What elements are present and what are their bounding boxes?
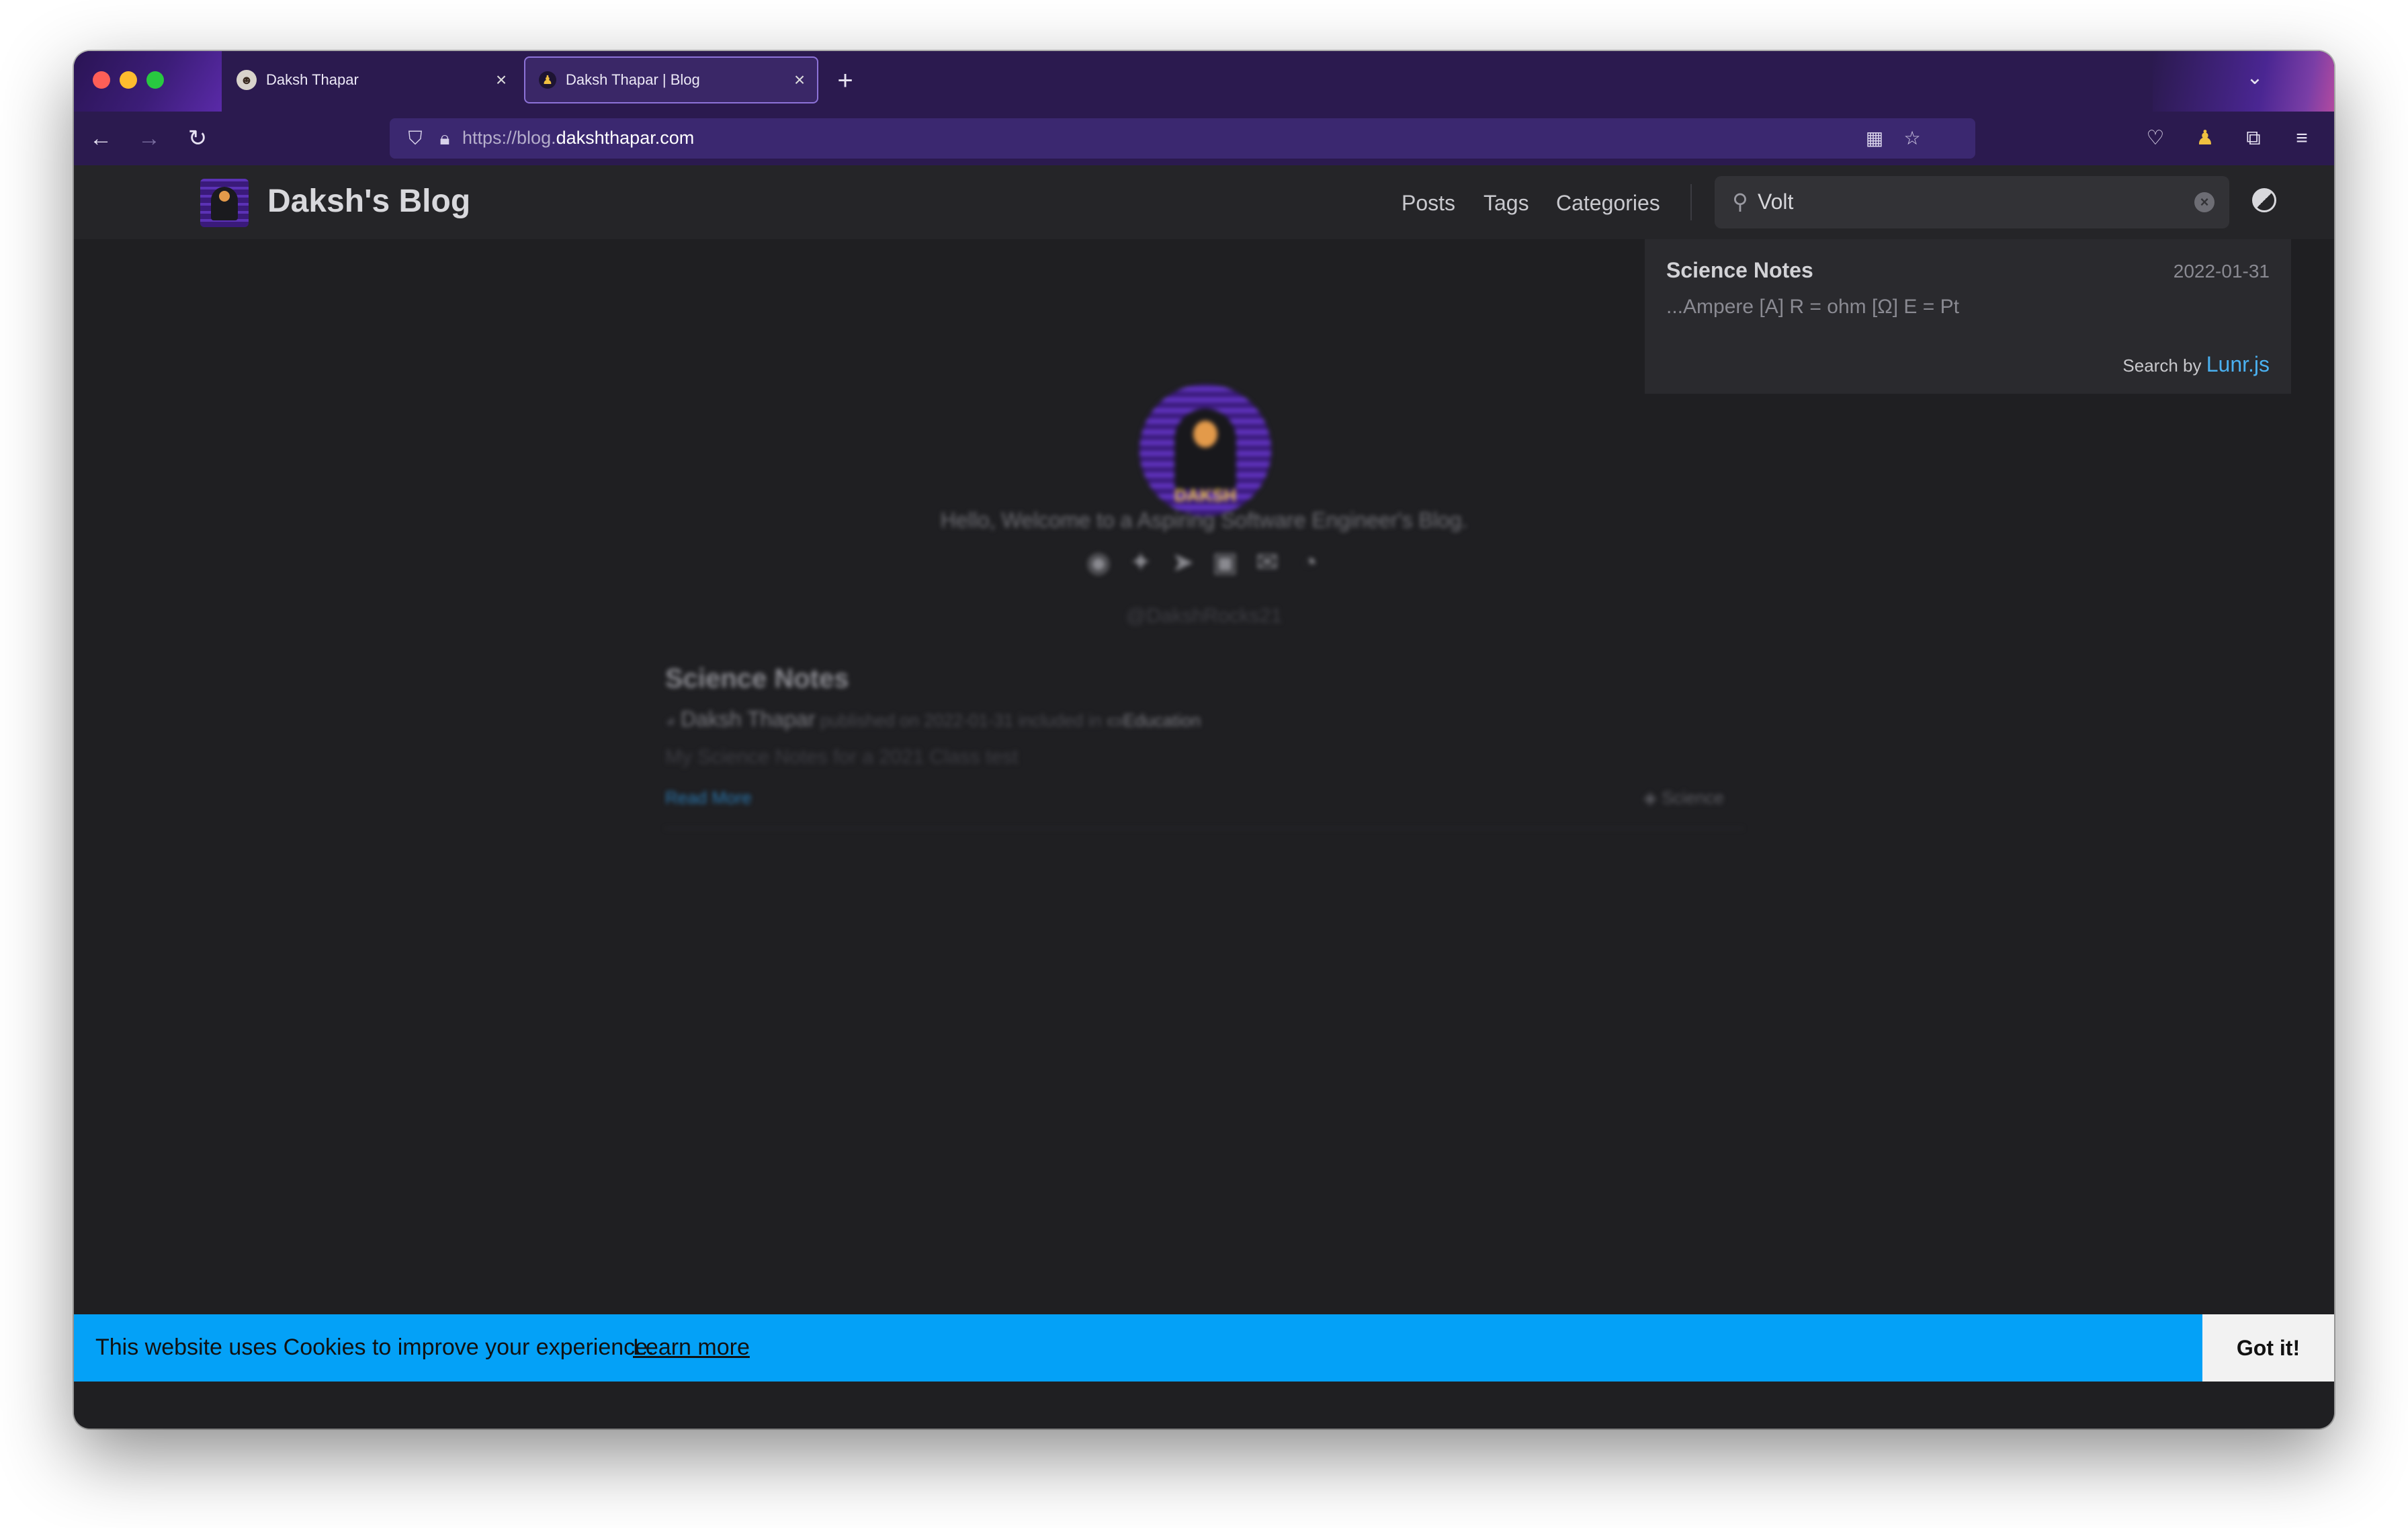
web-page: DAKSH Hello, Welcome to a Aspiring Softw… bbox=[74, 165, 2334, 1429]
post-divider bbox=[665, 828, 1743, 829]
lunr-link[interactable]: Lunr.js bbox=[2206, 352, 2270, 376]
profile-handle: @DakshRocks21 bbox=[1125, 605, 1283, 627]
learn-more-link[interactable]: Learn more bbox=[633, 1334, 750, 1361]
post-author[interactable]: Daksh Thapar bbox=[681, 707, 815, 731]
post-title[interactable]: Science Notes bbox=[665, 664, 849, 694]
email-icon[interactable]: ✉ bbox=[1250, 546, 1284, 579]
minimize-window-button[interactable] bbox=[120, 71, 137, 89]
twitch-icon[interactable]: ▣ bbox=[1208, 546, 1242, 579]
profile-icon[interactable]: ♟ bbox=[2188, 121, 2223, 156]
tab-title: Daksh Thapar | Blog bbox=[566, 71, 700, 88]
tab-favicon-icon: ☻ bbox=[236, 70, 257, 90]
nav-tags[interactable]: Tags bbox=[1484, 191, 1529, 216]
blurred-page-content: DAKSH Hello, Welcome to a Aspiring Softw… bbox=[74, 239, 2334, 1429]
post-description: My Science Notes for a 2021 Class test bbox=[665, 746, 1019, 768]
rss-icon[interactable]: ◔ bbox=[1293, 546, 1326, 579]
avatar: DAKSH bbox=[1140, 384, 1271, 516]
post-tag[interactable]: ◈ Science bbox=[1643, 788, 1724, 808]
search-icon: ⚲ bbox=[1732, 189, 1748, 214]
url-host: dakshthapar.com bbox=[556, 128, 695, 148]
post-category[interactable]: Education bbox=[1123, 710, 1201, 730]
new-tab-button[interactable]: + bbox=[826, 62, 864, 99]
url-text[interactable]: https://blog.dakshthapar.com bbox=[462, 128, 694, 148]
site-title[interactable]: Daksh's Blog bbox=[267, 183, 470, 220]
clear-search-icon[interactable]: × bbox=[2194, 192, 2214, 212]
reload-icon[interactable]: ↻ bbox=[180, 121, 215, 156]
nav-divider bbox=[1690, 184, 1692, 220]
folder-icon: ▭ bbox=[1107, 710, 1123, 730]
github-icon[interactable]: ◉ bbox=[1082, 546, 1115, 579]
avatar-face bbox=[1193, 421, 1217, 448]
tab-favicon-icon: ♟ bbox=[539, 71, 556, 89]
search-input[interactable]: ⚲ Volt × bbox=[1715, 176, 2229, 228]
tag-icon: ◈ bbox=[1643, 788, 1662, 808]
lock-icon[interactable]: 🔒︎ bbox=[431, 125, 458, 152]
search-result-title[interactable]: Science Notes bbox=[1666, 258, 1813, 283]
avatar-text: DAKSH bbox=[1174, 485, 1237, 505]
search-footer: Search by Lunr.js bbox=[2122, 352, 2270, 377]
nav-posts[interactable]: Posts bbox=[1402, 191, 1455, 216]
tab-bar: ☻ Daksh Thapar × ♟ Daksh Thapar | Blog ×… bbox=[74, 51, 2334, 112]
nav-categories[interactable]: Categories bbox=[1556, 191, 1660, 216]
extensions-icon[interactable]: ⧉ bbox=[2236, 121, 2271, 156]
search-value[interactable]: Volt bbox=[1758, 189, 1793, 214]
profile-subtitle: Hello, Welcome to a Aspiring Software En… bbox=[940, 508, 1468, 532]
logo-figure bbox=[211, 187, 238, 220]
avatar-figure bbox=[1174, 409, 1236, 489]
theme-toggle-icon[interactable] bbox=[2252, 188, 2276, 212]
post-tag-label: Science bbox=[1662, 788, 1724, 808]
tab-blog[interactable]: ♟ Daksh Thapar | Blog × bbox=[524, 56, 818, 103]
shield-icon[interactable]: ⛉ bbox=[402, 125, 429, 152]
navigation-toolbar: ← → ↻ ⛉ 🔒︎ https://blog.dakshthapar.com … bbox=[74, 112, 2334, 165]
social-links: ◉ ✦ ➤ ▣ ✉ ◔ bbox=[1082, 546, 1326, 586]
pocket-icon[interactable]: ♡ bbox=[2138, 121, 2173, 156]
forward-icon[interactable]: → bbox=[132, 121, 167, 156]
post-published: published on 2022-01-31 included in bbox=[820, 710, 1102, 730]
cookie-banner: This website uses Cookies to improve you… bbox=[74, 1314, 2334, 1382]
search-footer-prefix: Search by bbox=[2122, 355, 2206, 376]
tab-daksh-thapar[interactable]: ☻ Daksh Thapar × bbox=[223, 56, 519, 103]
close-tab-icon[interactable]: × bbox=[786, 69, 813, 91]
twitter-icon[interactable]: ✦ bbox=[1124, 546, 1158, 579]
close-window-button[interactable] bbox=[93, 71, 110, 89]
tab-title: Daksh Thapar bbox=[266, 71, 359, 88]
cookie-message: This website uses Cookies to improve you… bbox=[95, 1334, 654, 1360]
search-result-date: 2022-01-31 bbox=[2173, 261, 2270, 282]
url-prefix: https://blog. bbox=[462, 128, 556, 148]
read-more-link[interactable]: Read More bbox=[665, 788, 752, 808]
bookmark-star-icon[interactable]: ☆ bbox=[1899, 125, 1926, 152]
search-results-dropdown: Science Notes 2022-01-31 ...Ampere [A] R… bbox=[1645, 239, 2291, 394]
telegram-icon[interactable]: ➤ bbox=[1166, 546, 1200, 579]
search-result-snippet: ...Ampere [A] R = ohm [Ω] E = Pt bbox=[1666, 296, 1959, 318]
qr-code-icon[interactable]: ▦ bbox=[1861, 125, 1888, 152]
site-logo[interactable] bbox=[200, 179, 249, 227]
url-bar[interactable]: ⛉ 🔒︎ https://blog.dakshthapar.com ▦ ☆ bbox=[390, 118, 1975, 159]
close-tab-icon[interactable]: × bbox=[488, 69, 515, 91]
got-it-button[interactable]: Got it! bbox=[2202, 1314, 2334, 1382]
zoom-window-button[interactable] bbox=[146, 71, 164, 89]
post-meta: ◕ Daksh Thapar published on 2022-01-31 i… bbox=[665, 707, 1201, 732]
back-icon[interactable]: ← bbox=[83, 121, 118, 156]
menu-icon[interactable]: ≡ bbox=[2284, 121, 2319, 156]
browser-window: ☻ Daksh Thapar × ♟ Daksh Thapar | Blog ×… bbox=[74, 51, 2334, 1429]
site-header: Daksh's Blog Posts Tags Categories ⚲ Vol… bbox=[74, 165, 2334, 239]
chevron-down-icon[interactable]: ⌄ bbox=[2240, 66, 2270, 95]
author-icon: ◕ bbox=[665, 710, 676, 730]
